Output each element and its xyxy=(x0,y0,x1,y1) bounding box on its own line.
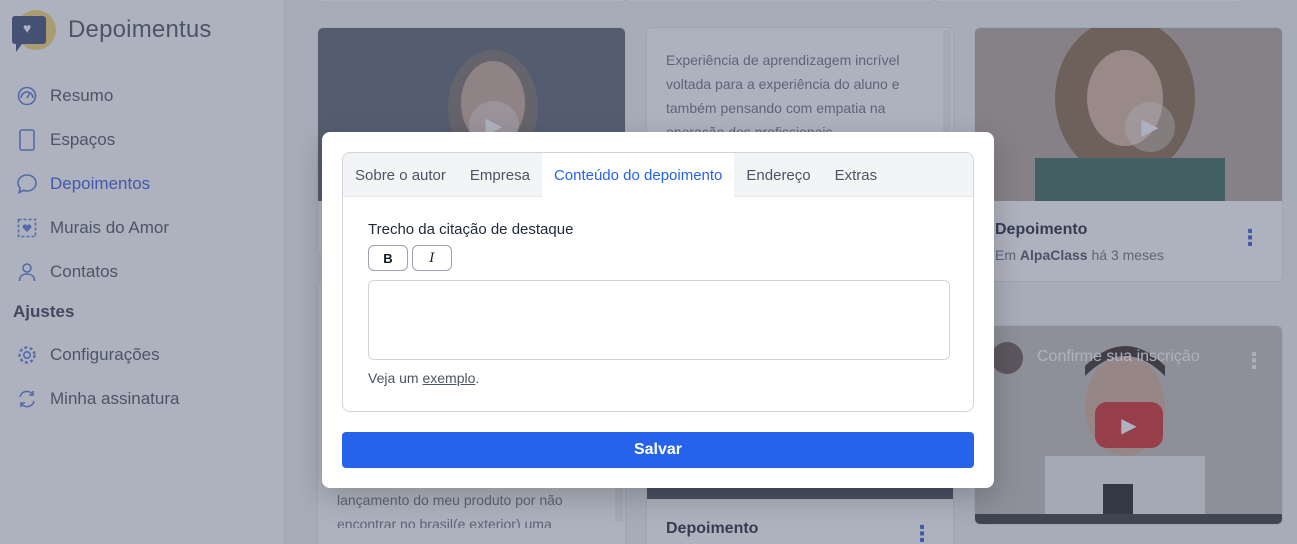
example-suffix: . xyxy=(475,370,480,386)
highlight-quote-editor[interactable] xyxy=(368,280,950,360)
tab-bar: Sobre o autor Empresa Conteúdo do depoim… xyxy=(343,153,973,197)
tab-empresa[interactable]: Empresa xyxy=(458,153,542,197)
tab-panel: Sobre o autor Empresa Conteúdo do depoim… xyxy=(342,152,974,412)
tab-extras[interactable]: Extras xyxy=(823,153,890,197)
example-prefix: Veja um xyxy=(368,370,419,386)
example-link[interactable]: exemplo xyxy=(422,370,475,386)
italic-button[interactable]: I xyxy=(412,245,452,271)
bold-button[interactable]: B xyxy=(368,245,408,271)
save-button[interactable]: Salvar xyxy=(342,432,974,468)
field-label: Trecho da citação de destaque xyxy=(368,221,574,238)
tab-endereco[interactable]: Endereço xyxy=(734,153,822,197)
tab-conteudo-do-depoimento[interactable]: Conteúdo do depoimento xyxy=(541,153,735,197)
tab-sobre-o-autor[interactable]: Sobre o autor xyxy=(343,153,458,197)
example-hint: Veja um exemplo. xyxy=(368,370,479,386)
edit-testimonial-modal: Sobre o autor Empresa Conteúdo do depoim… xyxy=(322,132,994,488)
